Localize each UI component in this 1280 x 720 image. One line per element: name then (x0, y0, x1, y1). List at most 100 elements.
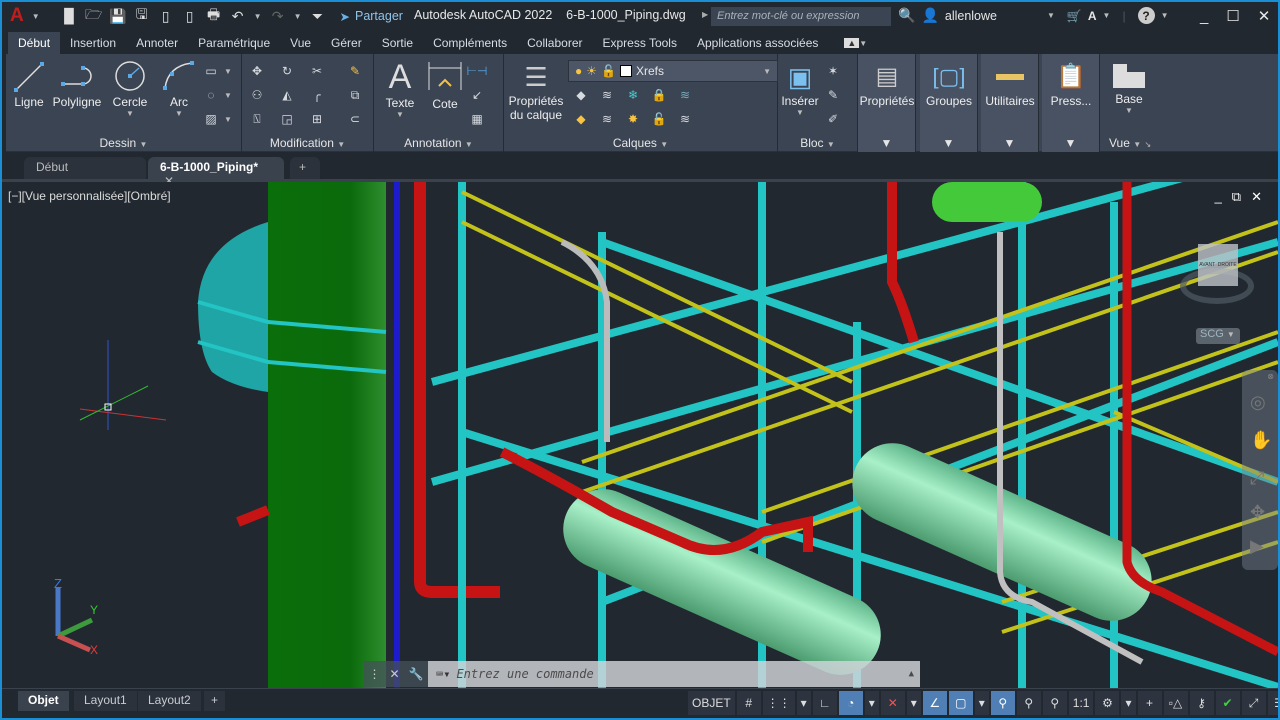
command-prompt-icon[interactable]: ⌨▾ (436, 667, 450, 681)
erase-icon[interactable]: ✎ (346, 62, 364, 80)
tab-debut[interactable]: Début (8, 32, 61, 54)
tab-sortie[interactable]: Sortie (372, 32, 423, 54)
scale-icon[interactable]: ◲ (278, 110, 296, 128)
quick-properties-icon[interactable]: ⚷ (1189, 691, 1214, 715)
minimize-icon[interactable]: _ (1200, 8, 1208, 25)
clipboard-button[interactable]: 📋 Press... (1042, 60, 1100, 108)
snap-icon[interactable]: ⋮⋮ (762, 691, 795, 715)
array-icon[interactable]: ⊞ (308, 110, 326, 128)
create-block-icon[interactable]: ✶ (824, 62, 842, 80)
panel-vue-title[interactable]: Vue ▼ ↘ (1109, 136, 1163, 150)
panel-bloc-title[interactable]: Bloc ▼ (778, 136, 857, 150)
vp-minimize-icon[interactable]: _ (1215, 189, 1222, 205)
insert-block-button[interactable]: ▣ Insérer ▼ (780, 60, 820, 117)
annotation-scale-icon[interactable]: ⚲ (1042, 691, 1067, 715)
layer-dropdown[interactable]: ● ☀ 🔓 Xrefs ▼ (568, 60, 778, 82)
isolate-objects-icon[interactable]: ✔ (1215, 691, 1240, 715)
app-menu-button[interactable]: A (10, 5, 24, 27)
tab-insertion[interactable]: Insertion (60, 32, 126, 54)
workspace-caret[interactable]: ▾ (1121, 691, 1136, 715)
utilities-button[interactable]: Utilitaires (981, 60, 1039, 108)
tab-vue[interactable]: Vue (280, 32, 321, 54)
make-current-icon[interactable]: ≋ (676, 86, 694, 104)
layout-tab-model[interactable]: Objet (18, 691, 69, 711)
undo-caret-icon[interactable]: ▼ (254, 12, 262, 21)
layout-tab-layout1[interactable]: Layout1 (74, 691, 137, 711)
doc-tab-start[interactable]: Début (24, 157, 146, 179)
annotation-scale-value[interactable]: 1:1 (1068, 691, 1094, 715)
ribbon-minimize-caret[interactable]: ▼ (859, 39, 867, 48)
search-expand-icon[interactable]: ▶ (702, 10, 708, 19)
orbit-icon[interactable]: ✥ (1250, 502, 1265, 523)
text-button[interactable]: A Texte ▼ (380, 58, 420, 119)
edit-attributes-icon[interactable]: ✐ (824, 110, 842, 128)
help-caret-icon[interactable]: ▼ (1161, 11, 1169, 20)
leader-icon[interactable]: ↙ (468, 86, 486, 104)
ucs-dropdown[interactable]: SCG ▼ (1196, 328, 1240, 344)
share-button[interactable]: ➤ Partager (340, 9, 403, 24)
command-input[interactable]: ⌨▾ Entrez une commande ▲ (428, 661, 920, 687)
polyline-button[interactable]: Polyligne (50, 60, 104, 109)
hatch-caret[interactable]: ▼ (224, 115, 232, 124)
workspace-gear-icon[interactable]: ⚙ (1095, 691, 1120, 715)
layout-tab-layout2[interactable]: Layout2 (138, 691, 201, 711)
stretch-icon[interactable]: ⍂ (248, 110, 266, 128)
grip-icon[interactable]: ⋮ (368, 667, 380, 681)
vp-restore-icon[interactable]: ⧉ (1232, 189, 1241, 205)
rectangle-caret[interactable]: ▼ (224, 67, 232, 76)
osnap-caret[interactable]: ▾ (974, 691, 989, 715)
command-line-grip[interactable]: ⋮ ✕ (364, 661, 404, 687)
ellipse-caret[interactable]: ▼ (224, 91, 232, 100)
dimension-button[interactable]: Cote (426, 60, 464, 111)
open-from-web-icon[interactable]: ▯ (158, 8, 174, 24)
search-icon[interactable]: 🔍 (898, 7, 915, 24)
linear-dim-icon[interactable]: ⊢⊣ (467, 62, 488, 80)
layer-off-icon[interactable]: ◆ (572, 86, 590, 104)
utilities-caret[interactable]: ▼ (981, 136, 1038, 150)
polar-tracking-icon[interactable]: ◔ (838, 691, 863, 715)
new-tab-button[interactable]: + (290, 157, 320, 179)
object-snap-tracking-icon[interactable]: ∠ (922, 691, 947, 715)
rectangle-icon[interactable]: ▭ (202, 62, 220, 80)
redo-caret-icon[interactable]: ▼ (294, 12, 302, 21)
rotate-icon[interactable]: ↻ (278, 62, 296, 80)
object-snap-icon[interactable]: ▢ (948, 691, 973, 715)
plot-icon[interactable]: 🖶 (206, 6, 222, 24)
table-icon[interactable]: ▦ (468, 110, 486, 128)
panel-presse-papiers[interactable]: 📋 Press... ▼ (1042, 54, 1100, 152)
layer-unlock-icon[interactable]: 🔓 (650, 110, 668, 128)
save-as-icon[interactable]: 🖫 (134, 6, 150, 24)
search-input[interactable]: Entrez mot-clé ou expression (711, 7, 891, 26)
groups-button[interactable]: [▢] Groupes (920, 60, 978, 108)
copy-icon[interactable]: ⚇ (248, 86, 266, 104)
app-menu-caret-icon[interactable]: ▼ (32, 12, 40, 21)
auto-scale-icon[interactable]: ⚲ (1016, 691, 1041, 715)
undo-icon[interactable]: ↶ (230, 8, 246, 24)
doc-tab-piping[interactable]: 6-B-1000_Piping* ✕ (148, 157, 284, 188)
panel-groupes[interactable]: [▢] Groupes ▼ (920, 54, 978, 152)
viewport-controls-label[interactable]: [−][Vue personnalisée][Ombré] (8, 189, 171, 203)
layer-properties-button[interactable]: ☰ Propriétés du calque (506, 60, 566, 122)
snap-caret[interactable]: ▾ (796, 691, 811, 715)
annotation-visibility-icon[interactable]: ⚲ (990, 691, 1015, 715)
grid-icon[interactable]: # (736, 691, 761, 715)
isodraft-icon[interactable]: ✕ (880, 691, 905, 715)
tab-parametrique[interactable]: Paramétrique (188, 32, 280, 54)
showmotion-icon[interactable]: ▶ (1250, 536, 1264, 557)
vp-close-icon[interactable]: ✕ (1251, 189, 1262, 205)
circle-button[interactable]: Cercle ▼ (110, 60, 150, 118)
panel-annotation-title[interactable]: Annotation ▼ (374, 136, 503, 150)
arc-caret[interactable]: ▼ (162, 109, 196, 118)
clipboard-caret[interactable]: ▼ (1042, 136, 1099, 150)
move-icon[interactable]: ✥ (248, 62, 266, 80)
tab-annoter[interactable]: Annoter (126, 32, 188, 54)
autodesk-app-icon[interactable]: A (1088, 9, 1097, 23)
fullscreen-icon[interactable]: ⤢ (1241, 691, 1266, 715)
units-icon[interactable]: ▫△ (1163, 691, 1188, 715)
new-icon[interactable]: ▉ (62, 8, 78, 24)
tab-collaborer[interactable]: Collaborer (517, 32, 592, 54)
match-layer-icon[interactable]: ≋ (598, 86, 616, 104)
add-layout-button[interactable]: + (204, 691, 226, 711)
trim-icon[interactable]: ✂ (308, 62, 326, 80)
redo-icon[interactable]: ↷ (270, 8, 286, 24)
